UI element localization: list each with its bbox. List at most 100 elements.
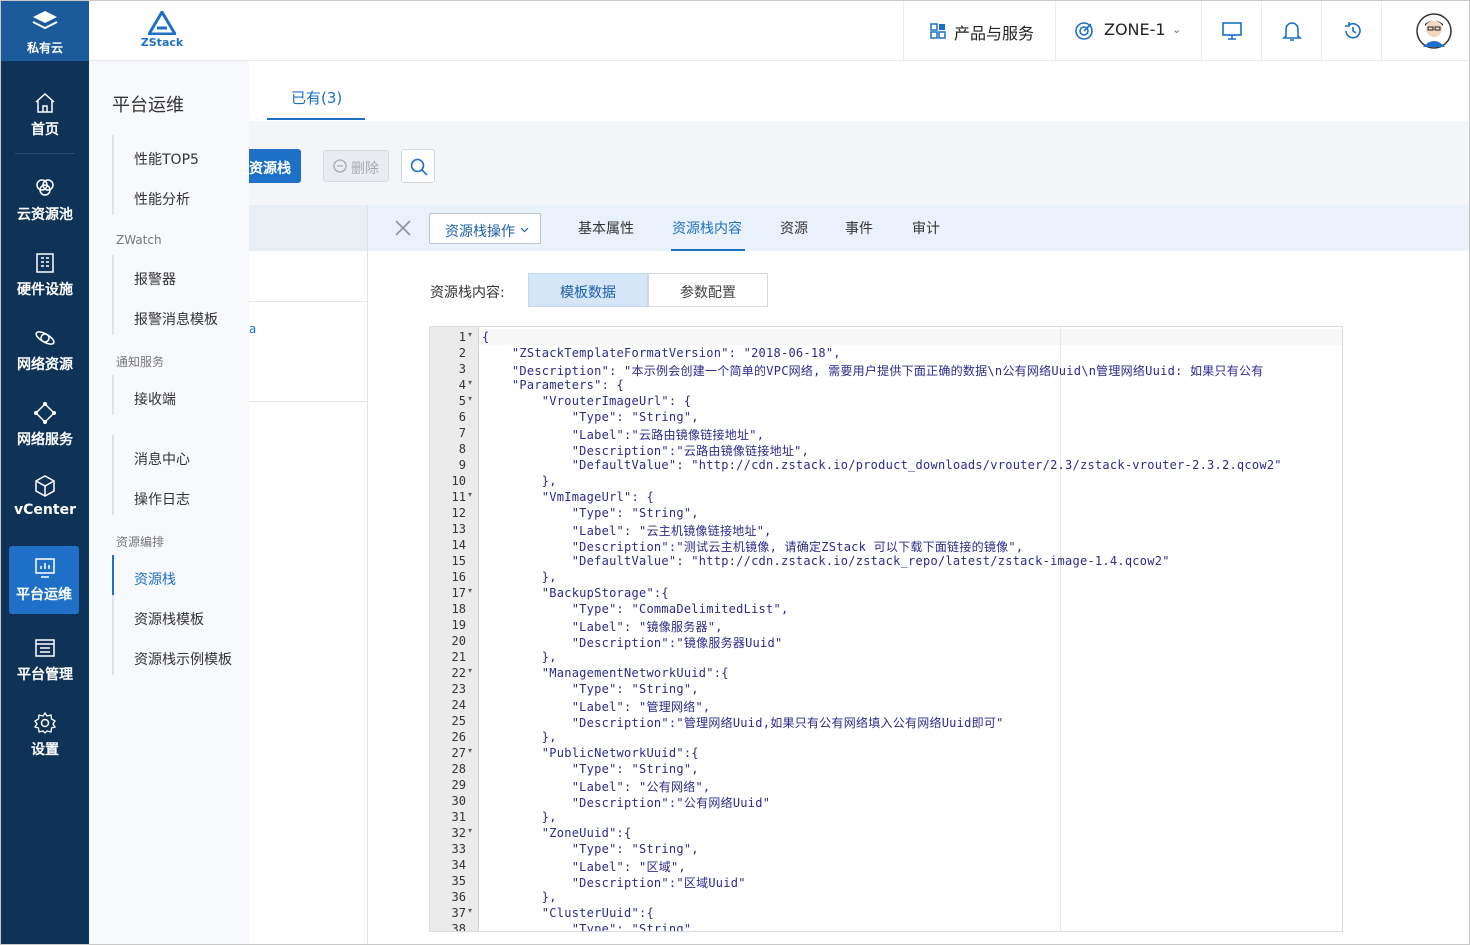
- close-icon[interactable]: [393, 218, 413, 238]
- code-line: 25 "Description":"管理网络Uuid,如果只有公有网络填入公有网…: [430, 713, 1342, 730]
- subnav-item-stack-sample-template[interactable]: 资源栈示例模板: [134, 649, 232, 669]
- stack-list-header: [249, 205, 367, 251]
- subnav-item-message-center[interactable]: 消息中心: [134, 449, 190, 469]
- code-text: "PublicNetworkUuid":{: [482, 746, 699, 760]
- products-services-menu[interactable]: 产品与服务: [903, 1, 1055, 61]
- subnav-group-zwatch: ZWatch: [116, 233, 162, 247]
- code-line: 7 "Label":"云路由镜像链接地址",: [430, 425, 1342, 442]
- rail-label: 网络资源: [17, 357, 73, 373]
- rail-item-platform-ops[interactable]: 平台运维: [9, 546, 79, 614]
- fold-arrow-icon[interactable]: ▾: [468, 378, 472, 387]
- line-number: 1: [458, 330, 466, 344]
- private-cloud-switch[interactable]: 私有云: [1, 1, 89, 61]
- code-line: 2 "ZStackTemplateFormatVersion": "2018-0…: [430, 345, 1342, 361]
- code-line: 12 "Type": "String",: [430, 505, 1342, 521]
- rail-item-network-service[interactable]: 网络服务: [1, 391, 89, 459]
- fold-arrow-icon[interactable]: ▾: [468, 586, 472, 595]
- line-number: 2: [458, 346, 466, 360]
- rail-item-network-resource[interactable]: 网络资源: [1, 316, 89, 384]
- code-line: 22 ▾ "ManagementNetworkUuid":{: [430, 665, 1342, 681]
- tab-basic-attributes[interactable]: 基本属性: [578, 218, 634, 238]
- user-menu[interactable]: [1381, 1, 1469, 61]
- code-line: 21 },: [430, 649, 1342, 665]
- avatar: [1416, 13, 1452, 49]
- tab-stack-content[interactable]: 资源栈内容: [672, 218, 742, 238]
- private-cloud-label: 私有云: [26, 41, 63, 55]
- history-clock-icon: [1345, 22, 1361, 39]
- fold-arrow-icon[interactable]: ▾: [468, 330, 472, 339]
- line-number: 8: [458, 442, 466, 456]
- subnav-item-operation-log[interactable]: 操作日志: [134, 489, 190, 509]
- subnav-group-bar: [112, 435, 114, 515]
- code-line: 3 "Description": "本示例会创建一个简单的VPC网络, 需要用户…: [430, 361, 1342, 378]
- code-text: "DefaultValue": "http://cdn.zstack.io/pr…: [482, 458, 1282, 472]
- zstack-logo[interactable]: ZStack: [137, 11, 187, 53]
- segment-param-config[interactable]: 参数配置: [648, 273, 768, 307]
- code-line: 37 ▾ "ClusterUuid":{: [430, 905, 1342, 921]
- code-text: },: [482, 890, 557, 904]
- search-button[interactable]: [401, 149, 435, 183]
- rail-item-settings[interactable]: 设置: [1, 701, 89, 769]
- search-icon: [410, 158, 428, 176]
- tab-existing[interactable]: 已有(3): [291, 87, 342, 108]
- rail-divider: [15, 153, 75, 154]
- create-stack-button[interactable]: 资源栈: [249, 149, 301, 183]
- line-number: 10: [451, 474, 466, 488]
- notifications-button[interactable]: [1261, 1, 1321, 61]
- zone-selector[interactable]: ZONE-1 ⌄: [1055, 1, 1201, 61]
- list-item-partial-text[interactable]: a: [249, 322, 256, 336]
- rail-item-vcenter[interactable]: vCenter: [1, 464, 89, 532]
- fold-arrow-icon[interactable]: ▾: [468, 394, 472, 403]
- fold-arrow-icon[interactable]: ▾: [468, 826, 472, 835]
- rail-item-resource-pool[interactable]: 云资源池: [1, 166, 89, 234]
- template-code-editor[interactable]: 1 ▾{2 "ZStackTemplateFormatVersion": "201…: [429, 326, 1343, 932]
- subnav-item-perf-top5[interactable]: 性能TOP5: [134, 149, 199, 169]
- line-number: 25: [451, 714, 466, 728]
- code-line: 36 },: [430, 889, 1342, 905]
- rail-label: 首页: [31, 122, 59, 138]
- network-resource-icon: [35, 331, 55, 345]
- rail-item-home[interactable]: 首页: [1, 81, 89, 149]
- create-stack-label: 资源栈: [249, 161, 291, 177]
- segment-template-data[interactable]: 模板数据: [528, 273, 648, 307]
- stack-operations-dropdown[interactable]: 资源栈操作: [429, 213, 541, 244]
- code-text: "Type": "CommaDelimitedList",: [482, 602, 789, 616]
- code-line: 13 "Label": "云主机镜像链接地址",: [430, 521, 1342, 538]
- subnav-item-stack-template[interactable]: 资源栈模板: [134, 609, 204, 629]
- subnav-active-indicator: [112, 555, 114, 595]
- subnav-group-bar: [112, 255, 114, 335]
- delete-button[interactable]: 删除: [323, 150, 389, 182]
- code-text: "Parameters": {: [482, 378, 625, 392]
- subnav-item-resource-stack[interactable]: 资源栈: [134, 569, 176, 589]
- subnav-item-perf-analysis[interactable]: 性能分析: [134, 189, 190, 209]
- code-text: },: [482, 570, 557, 584]
- main-content: 已有(3) 资源栈 删除 a 资源栈操作 基本属性 资源栈内容 资源 事件 审计…: [249, 61, 1469, 944]
- code-text: "DefaultValue": "http://cdn.zstack.io/zs…: [482, 554, 1170, 568]
- subnav-item-alarm[interactable]: 报警器: [134, 269, 176, 289]
- fold-arrow-icon[interactable]: ▾: [468, 746, 472, 755]
- tab-resources[interactable]: 资源: [780, 218, 808, 238]
- subnav-item-receiver[interactable]: 接收端: [134, 389, 176, 409]
- rail-item-platform-mgmt[interactable]: 平台管理: [1, 626, 89, 694]
- top-header: ZStack 产品与服务 ZONE-1 ⌄: [89, 1, 1469, 61]
- console-button[interactable]: [1201, 1, 1261, 61]
- line-number: 34: [451, 858, 466, 872]
- code-text: "Type": "String",: [482, 922, 699, 932]
- monitor-chart-icon: [35, 558, 55, 578]
- platform-ops-subnav: 平台运维 性能TOP5 性能分析 ZWatch 报警器 报警消息模板 通知服务 …: [89, 61, 249, 944]
- chevron-down-icon: ⌄: [1172, 23, 1182, 36]
- rail-label: 网络服务: [17, 432, 73, 448]
- history-button[interactable]: [1321, 1, 1381, 61]
- zstack-logo-icon: [148, 11, 176, 35]
- fold-arrow-icon[interactable]: ▾: [468, 666, 472, 675]
- tab-audit[interactable]: 审计: [912, 218, 940, 238]
- subnav-item-alarm-template[interactable]: 报警消息模板: [134, 309, 218, 329]
- tab-events[interactable]: 事件: [845, 218, 873, 238]
- line-number: 38: [451, 922, 466, 932]
- fold-arrow-icon[interactable]: ▾: [468, 906, 472, 915]
- code-line: 27 ▾ "PublicNetworkUuid":{: [430, 745, 1342, 761]
- rail-item-hardware[interactable]: 硬件设施: [1, 241, 89, 309]
- fold-arrow-icon[interactable]: ▾: [468, 490, 472, 499]
- code-line: 4 ▾ "Parameters": {: [430, 377, 1342, 393]
- code-line: 31 },: [430, 809, 1342, 825]
